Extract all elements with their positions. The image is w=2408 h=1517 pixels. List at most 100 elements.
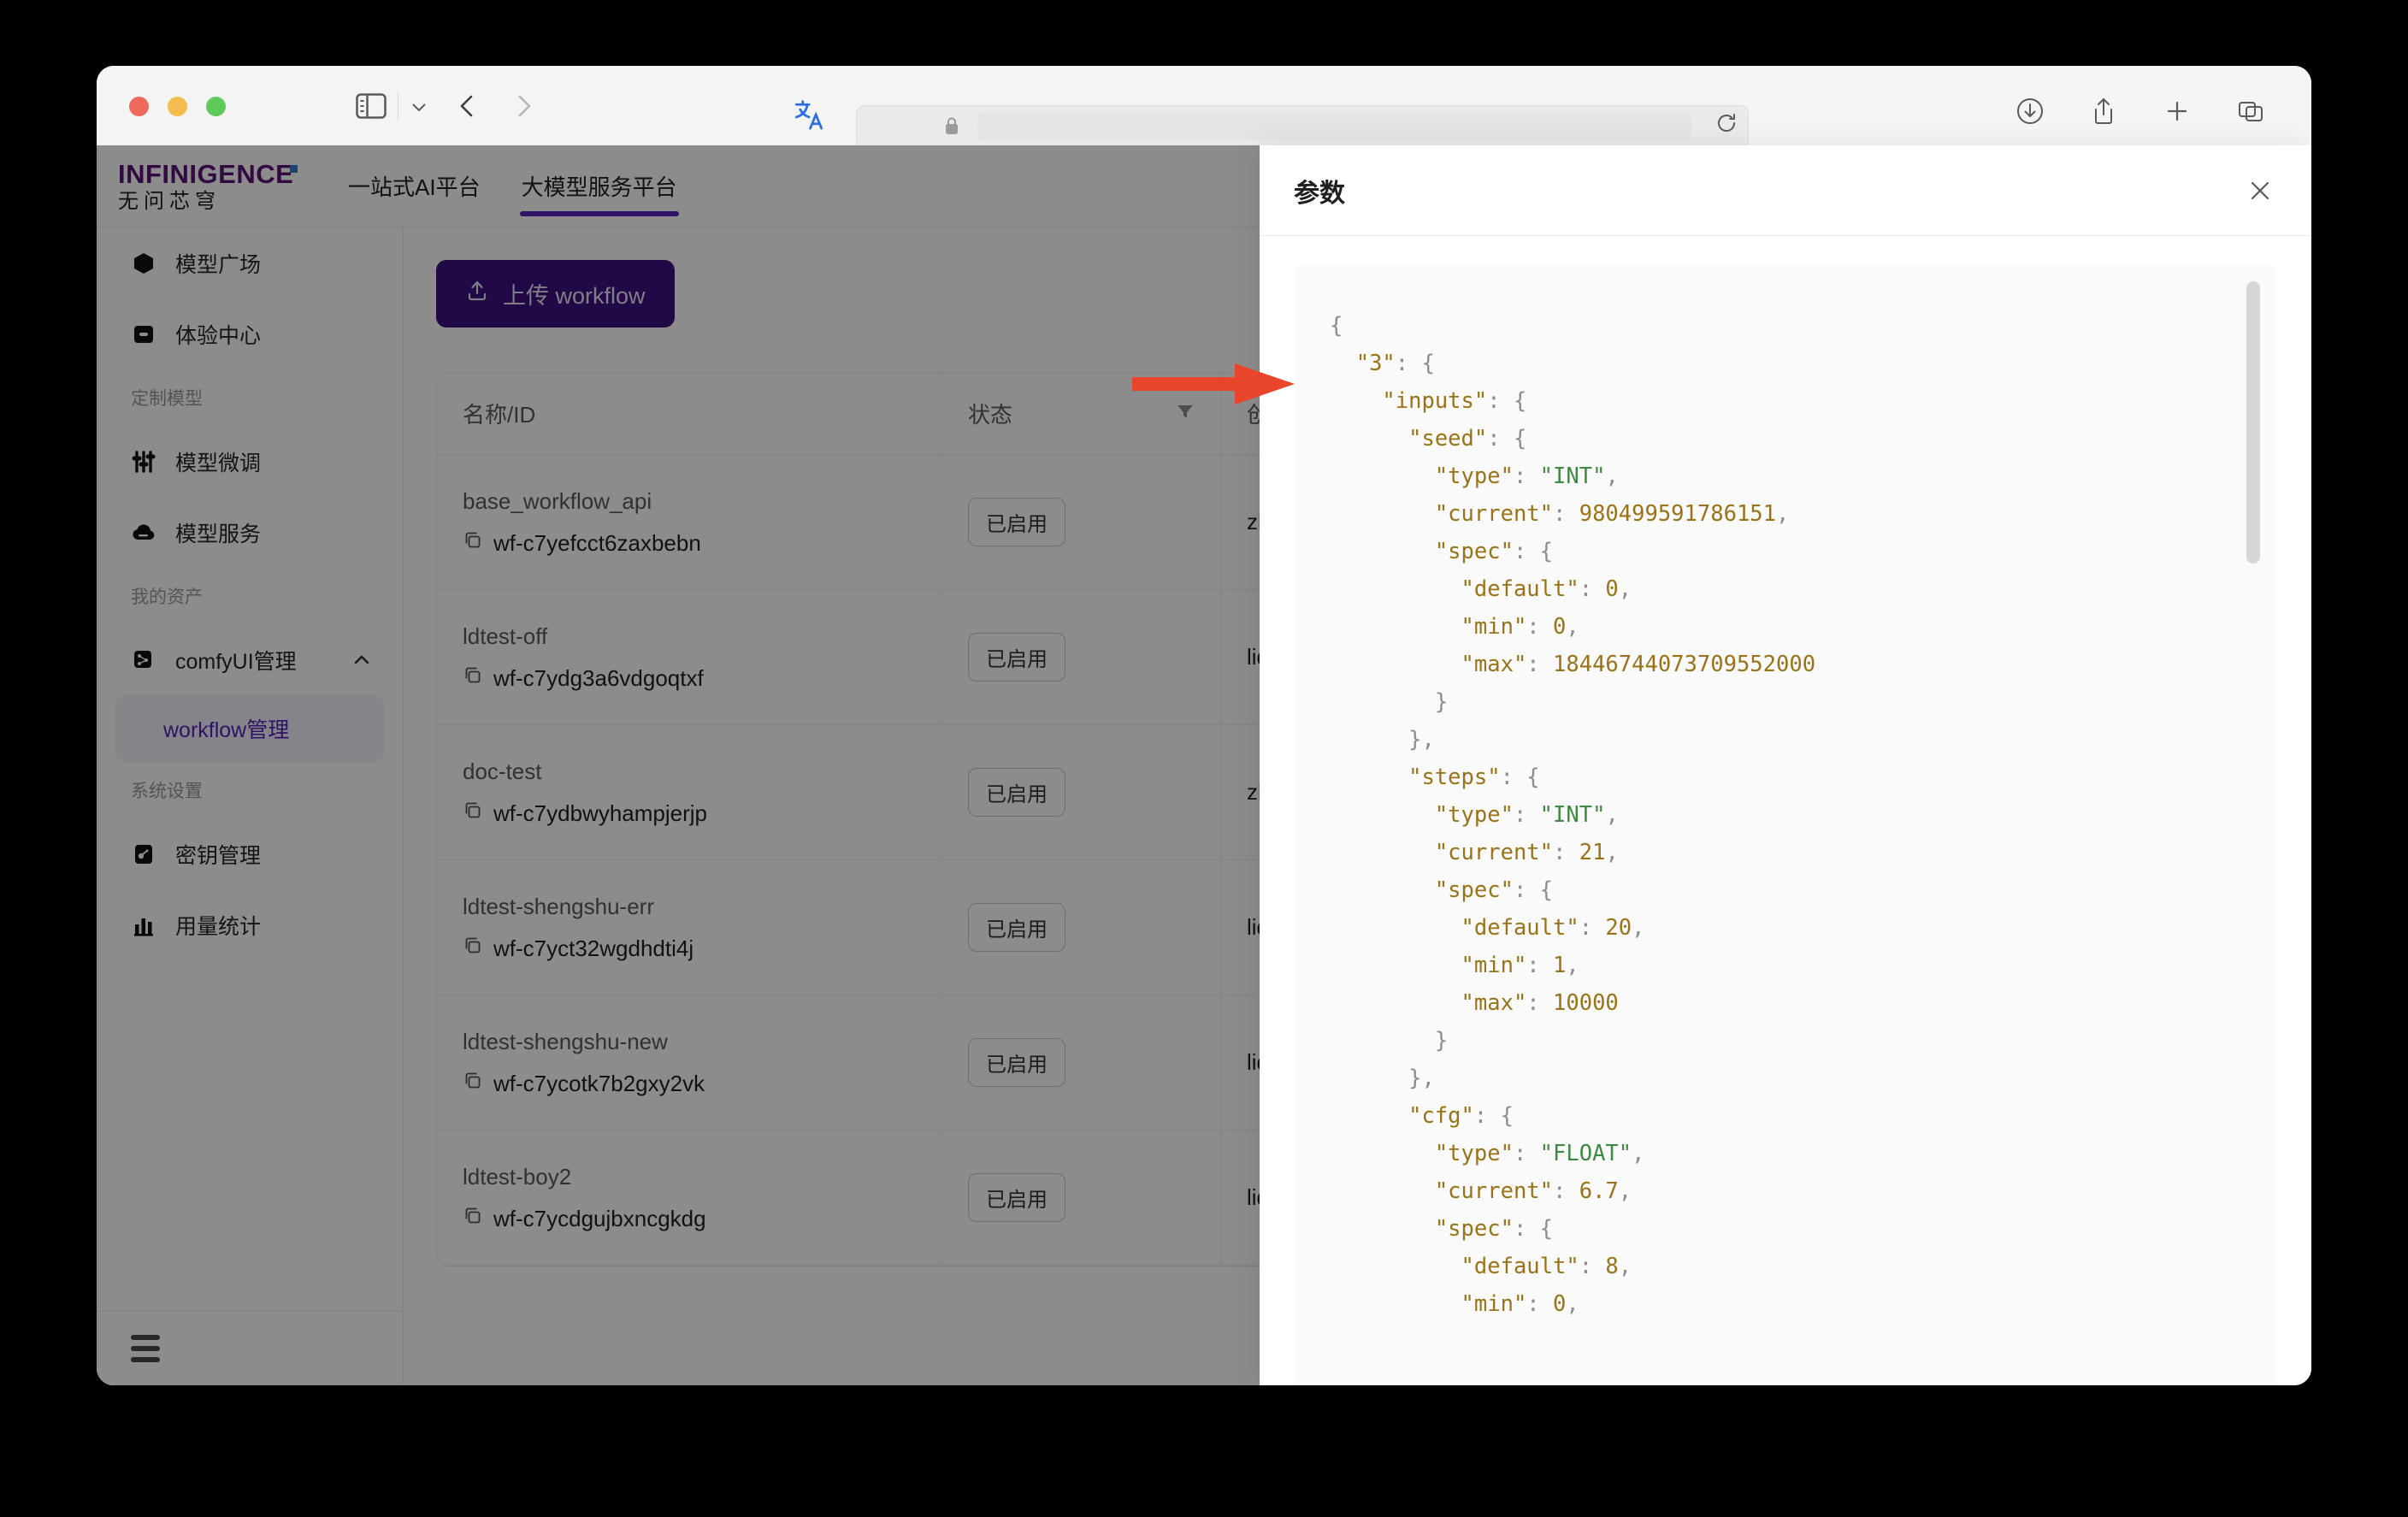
status-badge: 已启用 — [968, 498, 1065, 546]
sidebar-item-label: 体验中心 — [175, 323, 262, 348]
brand-subtitle: 无问芯穹 — [118, 189, 221, 213]
workflow-id-text: wf-c7ycdgujbxncgkdg — [493, 1205, 706, 1231]
close-window-button[interactable] — [129, 97, 149, 116]
sidebar-item-model-finetune[interactable]: 模型微调 — [97, 426, 403, 497]
cell-name-id: doc-test wf-c7ydbwyhampjerjp — [437, 758, 941, 827]
sidebar-item-model-service[interactable]: 模型服务 — [97, 497, 403, 568]
workflow-name: ldtest-off — [463, 623, 548, 649]
top-navigation: 一站式AI平台 大模型服务平台 — [328, 145, 698, 227]
sidebar-subitem-label: workflow管理 — [163, 718, 290, 742]
workflow-id: wf-c7ycdgujbxncgkdg — [463, 1206, 941, 1232]
nav-item-llm-platform[interactable]: 大模型服务平台 — [501, 145, 698, 227]
brand-name: INFINIGENCE — [118, 161, 302, 187]
chart-icon — [131, 912, 156, 938]
copy-icon[interactable] — [463, 800, 483, 827]
cell-name-id: base_workflow_api wf-c7yefcct6zaxbebn — [437, 488, 941, 557]
upload-workflow-button[interactable]: 上传 workflow — [436, 260, 675, 328]
status-badge: 已启用 — [968, 768, 1065, 817]
sidebar-item-model-square[interactable]: 模型广场 — [97, 227, 403, 298]
screen: INFINIGENCE 无问芯穹 一站式AI平台 大模型服务平台 模型广场 体验… — [0, 0, 2408, 1517]
workflow-id-text: wf-c7ydbwyhampjerjp — [493, 800, 707, 826]
workflow-id-text: wf-c7yct32wgdhdti4j — [493, 935, 694, 961]
sidebar-group-custom-models: 定制模型 — [131, 389, 203, 409]
drawer-header: 参数 — [1260, 145, 2311, 236]
sidebar-item-usage-statistics[interactable]: 用量统计 — [97, 889, 403, 960]
sidebar-item-key-management[interactable]: 密钥管理 — [97, 818, 403, 889]
status-badge: 已启用 — [968, 1038, 1065, 1087]
cell-status: 已启用 — [941, 455, 1220, 589]
sidebar-group-system-settings: 系统设置 — [131, 782, 203, 801]
workflow-name: doc-test — [463, 758, 542, 784]
status-badge: 已启用 — [968, 1173, 1065, 1222]
status-badge: 已启用 — [968, 903, 1065, 952]
nav-item-ai-platform[interactable]: 一站式AI平台 — [328, 145, 501, 227]
logo-dot — [290, 165, 298, 174]
sidebar-group-my-assets: 我的资产 — [131, 587, 203, 607]
workflow-id: wf-c7ydg3a6vdgoqtxf — [463, 665, 941, 692]
cell-status: 已启用 — [941, 725, 1220, 859]
copy-icon[interactable] — [463, 936, 483, 962]
zoom-window-button[interactable] — [206, 97, 226, 116]
status-badge: 已启用 — [968, 633, 1065, 682]
forward-button[interactable] — [513, 93, 535, 119]
cell-name-id: ldtest-shengshu-new wf-c7ycotk7b2gxy2vk — [437, 1029, 941, 1097]
flow-icon — [131, 647, 156, 673]
parameters-json-viewer[interactable]: { "3": { "inputs": { "seed": { "type": "… — [1295, 266, 2275, 1385]
url-text — [977, 114, 1691, 139]
sliders-icon — [131, 449, 156, 475]
share-icon[interactable] — [2089, 97, 2118, 126]
drawer-body: { "3": { "inputs": { "seed": { "type": "… — [1260, 236, 2311, 1385]
cube-icon — [131, 251, 156, 276]
column-header-status-label: 状态 — [968, 402, 1013, 428]
parameters-drawer: 参数 { "3": { "inputs": { "seed": { "type"… — [1260, 145, 2311, 1385]
copy-icon[interactable] — [463, 530, 483, 557]
download-icon[interactable] — [2016, 97, 2045, 126]
close-icon[interactable] — [2243, 174, 2277, 208]
cell-status: 已启用 — [941, 860, 1220, 995]
chevron-down-icon[interactable] — [410, 100, 428, 114]
drawer-title: 参数 — [1294, 179, 1345, 208]
back-button[interactable] — [456, 93, 478, 119]
cloud-icon — [131, 520, 156, 546]
sidebar-item-label: 模型广场 — [175, 252, 262, 277]
key-icon — [131, 841, 156, 867]
window-controls — [129, 97, 226, 116]
new-tab-icon[interactable] — [2163, 97, 2192, 126]
sidebar: 模型广场 体验中心 定制模型 模型微调 模型服务 我的资产 comfyUI管理 … — [97, 227, 404, 1385]
workflow-id: wf-c7ydbwyhampjerjp — [463, 800, 941, 827]
workflow-name: ldtest-shengshu-err — [463, 893, 654, 919]
copy-icon[interactable] — [463, 665, 483, 692]
translate-icon[interactable] — [793, 97, 830, 133]
drawer-scrollbar[interactable] — [2246, 281, 2260, 564]
sidebar-collapse-bar[interactable] — [97, 1311, 403, 1385]
cell-status: 已启用 — [941, 590, 1220, 724]
upload-workflow-label: 上传 workflow — [503, 283, 646, 309]
sidebar-item-label: 用量统计 — [175, 914, 262, 939]
browser-window: INFINIGENCE 无问芯穹 一站式AI平台 大模型服务平台 模型广场 体验… — [97, 66, 2311, 1385]
sidebar-item-workflow-management[interactable]: workflow管理 — [115, 695, 384, 762]
workflow-id-text: wf-c7yefcct6zaxbebn — [493, 529, 701, 556]
parameters-json-text: { "3": { "inputs": { "seed": { "type": "… — [1330, 313, 1816, 1317]
tab-overview-icon[interactable] — [2236, 97, 2265, 126]
hamburger-icon[interactable] — [131, 1335, 160, 1362]
workflow-name: ldtest-boy2 — [463, 1163, 572, 1189]
upload-icon — [465, 279, 489, 309]
sidebar-item-label: 模型服务 — [175, 522, 262, 546]
copy-icon[interactable] — [463, 1206, 483, 1232]
lock-icon — [945, 117, 959, 135]
minimize-window-button[interactable] — [168, 97, 187, 116]
chevron-up-icon[interactable] — [351, 650, 372, 670]
sidebar-item-label: 密钥管理 — [175, 843, 262, 868]
cell-name-id: ldtest-shengshu-err wf-c7yct32wgdhdti4j — [437, 894, 941, 962]
copy-icon[interactable] — [463, 1071, 483, 1097]
sidebar-icon[interactable] — [356, 93, 387, 119]
reload-icon[interactable] — [1715, 112, 1738, 134]
sidebar-item-label: 模型微调 — [175, 451, 262, 475]
workflow-id: wf-c7yct32wgdhdti4j — [463, 936, 941, 962]
browser-toolbar — [97, 66, 2311, 150]
sidebar-item-experience-center[interactable]: 体验中心 — [97, 298, 403, 369]
workflow-id: wf-c7ycotk7b2gxy2vk — [463, 1071, 941, 1097]
cell-name-id: ldtest-boy2 wf-c7ycdgujbxncgkdg — [437, 1164, 941, 1232]
cell-status: 已启用 — [941, 1130, 1220, 1265]
sidebar-item-comfyui-management[interactable]: comfyUI管理 — [97, 624, 403, 695]
